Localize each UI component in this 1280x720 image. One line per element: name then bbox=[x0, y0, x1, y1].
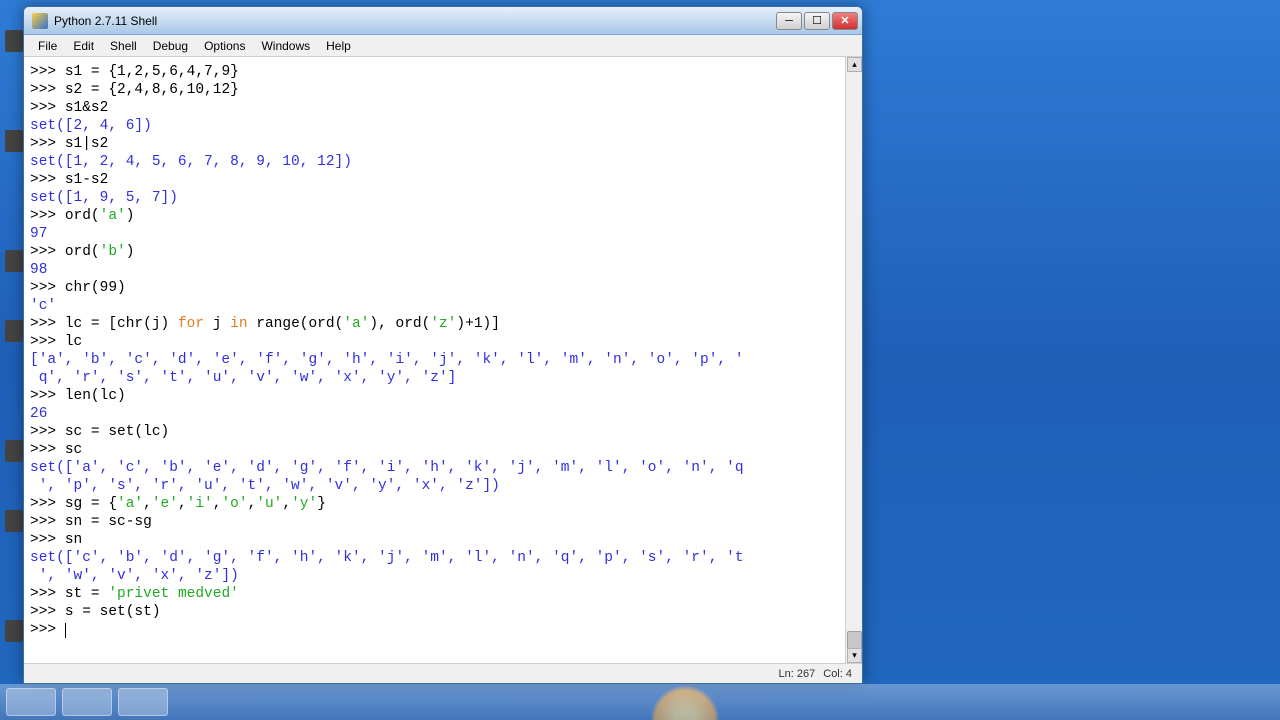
titlebar[interactable]: Python 2.7.11 Shell ─ ☐ ✕ bbox=[24, 7, 862, 35]
scroll-down-button[interactable]: ▾ bbox=[847, 648, 862, 663]
window-title: Python 2.7.11 Shell bbox=[54, 14, 776, 28]
menu-debug[interactable]: Debug bbox=[145, 37, 196, 55]
idle-window: Python 2.7.11 Shell ─ ☐ ✕ File Edit Shel… bbox=[23, 6, 863, 684]
menu-options[interactable]: Options bbox=[196, 37, 253, 55]
task-item[interactable] bbox=[62, 688, 112, 716]
scroll-up-button[interactable]: ▴ bbox=[847, 57, 862, 72]
menu-help[interactable]: Help bbox=[318, 37, 359, 55]
status-col: Col: 4 bbox=[823, 668, 852, 680]
maximize-button[interactable]: ☐ bbox=[804, 12, 830, 30]
menu-file[interactable]: File bbox=[30, 37, 65, 55]
shell-output[interactable]: >>> s1 = {1,2,5,6,4,7,9} >>> s2 = {2,4,8… bbox=[24, 57, 845, 663]
menubar: File Edit Shell Debug Options Windows He… bbox=[24, 35, 862, 57]
menu-windows[interactable]: Windows bbox=[253, 37, 318, 55]
status-line: Ln: 267 bbox=[779, 668, 816, 680]
menu-shell[interactable]: Shell bbox=[102, 37, 145, 55]
menu-edit[interactable]: Edit bbox=[65, 37, 102, 55]
taskbar[interactable] bbox=[0, 684, 1280, 720]
statusbar: Ln: 267 Col: 4 bbox=[24, 663, 862, 683]
task-item[interactable] bbox=[6, 688, 56, 716]
close-button[interactable]: ✕ bbox=[832, 12, 858, 30]
scrollbar[interactable]: ▴ ▾ bbox=[845, 57, 862, 663]
minimize-button[interactable]: ─ bbox=[776, 12, 802, 30]
task-item[interactable] bbox=[118, 688, 168, 716]
python-icon bbox=[32, 13, 48, 29]
